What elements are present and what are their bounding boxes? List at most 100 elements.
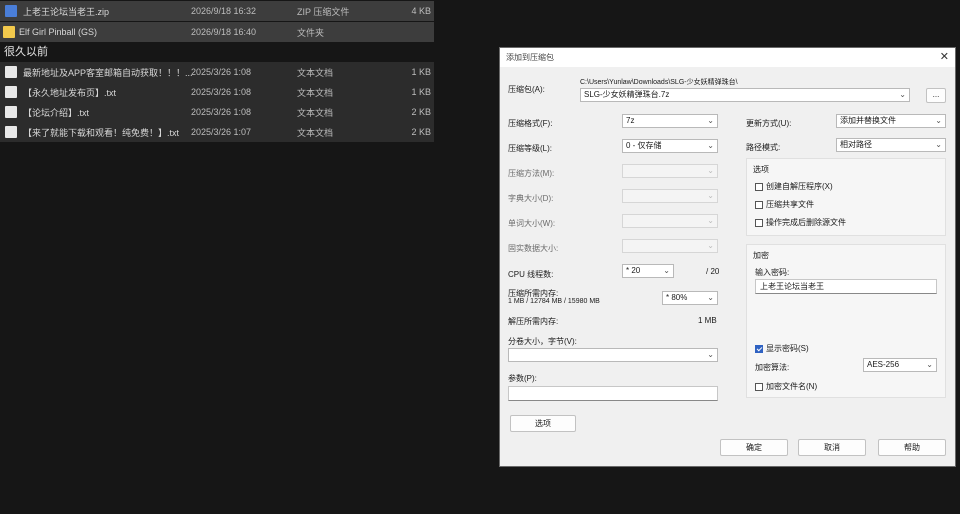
file-size: 1 KB (411, 67, 431, 77)
word-combo[interactable]: ⌄ (622, 214, 718, 228)
file-date: 2025/3/26 1:07 (191, 127, 252, 137)
file-type: 文本文档 (297, 67, 334, 78)
show-password-checkbox[interactable]: 显示密码(S) (755, 343, 809, 354)
solid-combo[interactable]: ⌄ (622, 239, 718, 253)
chevron-down-icon: ⌄ (935, 116, 942, 125)
format-value: 7z (626, 116, 635, 125)
file-name: 【永久地址发布页】.txt (23, 87, 117, 98)
level-label: 压缩等级(L): (508, 144, 552, 153)
file-name: 【来了就能下载和观看！纯免费！】.txt (23, 127, 180, 138)
checkbox-box (755, 218, 763, 227)
enc-method-combo[interactable]: AES-256 ⌄ (863, 358, 937, 372)
level-combo[interactable]: 0 - 仅存储 ⌄ (622, 139, 718, 153)
delete-after-label: 操作完成后删除源文件 (766, 218, 846, 227)
split-combo[interactable]: ⌄ (508, 348, 718, 362)
checkbox-box (755, 382, 763, 391)
cpu-value: * 20 (626, 266, 641, 275)
delete-after-checkbox[interactable]: 操作完成后删除源文件 (755, 217, 846, 228)
file-type: 文本文档 (297, 107, 334, 118)
dialog-titlebar[interactable]: 添加到压缩包 ✕ (500, 48, 955, 67)
password-input[interactable]: 上老王论坛当老王 (755, 279, 937, 294)
add-to-archive-dialog: 添加到压缩包 ✕ 压缩包(A): C:\Users\Yunlaw\Downloa… (499, 47, 956, 467)
file-row-txt-3[interactable]: 【论坛介绍】.txt 2025/3/26 1:08 文本文档 2 KB (0, 102, 434, 122)
checkbox-box-checked (755, 344, 763, 353)
format-label: 压缩格式(F): (508, 119, 553, 128)
file-date: 2025/3/26 1:08 (191, 87, 252, 97)
params-label: 参数(P): (508, 374, 537, 383)
dict-label: 字典大小(D): (508, 194, 554, 203)
chevron-down-icon: ⌄ (926, 360, 933, 369)
shared-files-checkbox[interactable]: 压缩共享文件 (755, 199, 814, 210)
chevron-down-icon: ⌄ (707, 141, 714, 150)
zip-file-icon (5, 5, 17, 17)
file-name: Elf Girl Pinball (GS) (19, 27, 98, 37)
path-mode-value: 相对路径 (840, 140, 872, 149)
path-mode-label: 路径模式: (746, 143, 781, 152)
checkbox-box (755, 182, 763, 191)
file-row-zip[interactable]: 上老王论坛当老王.zip 2026/9/18 16:32 ZIP 压缩文件 4 … (0, 1, 434, 21)
cancel-button[interactable]: 取消 (798, 439, 866, 456)
file-row-folder[interactable]: Elf Girl Pinball (GS) 2026/9/18 16:40 文件… (0, 22, 434, 42)
path-mode-combo[interactable]: 相对路径 ⌄ (836, 138, 946, 152)
archive-label: 压缩包(A): (508, 85, 545, 94)
cpu-max: / 20 (706, 267, 720, 276)
file-row-txt-4[interactable]: 【来了就能下载和观看！纯免费！】.txt 2025/3/26 1:07 文本文档… (0, 122, 434, 142)
encrypt-names-checkbox[interactable]: 加密文件名(N) (755, 381, 817, 392)
file-date: 2025/3/26 1:08 (191, 67, 252, 77)
level-value: 0 - 仅存储 (626, 141, 662, 150)
file-date: 2026/9/18 16:40 (191, 27, 257, 37)
split-label: 分卷大小，字节(V): (508, 337, 577, 346)
options-button[interactable]: 选项 (510, 415, 576, 432)
file-size: 2 KB (411, 127, 431, 137)
format-combo[interactable]: 7z ⌄ (622, 114, 718, 128)
text-file-icon (5, 106, 17, 118)
demem-value: 1 MB (698, 316, 717, 325)
password-label: 输入密码: (755, 268, 790, 277)
dict-combo[interactable]: ⌄ (622, 189, 718, 203)
file-date: 2025/3/26 1:08 (191, 107, 252, 117)
method-combo[interactable]: ⌄ (622, 164, 718, 178)
demem-label: 解压所需内存: (508, 317, 559, 326)
file-size: 2 KB (411, 107, 431, 117)
mem-percent: * 80% (666, 293, 688, 302)
chevron-down-icon: ⌄ (707, 216, 714, 225)
file-type: 文本文档 (297, 87, 334, 98)
solid-label: 固实数据大小: (508, 244, 559, 253)
ok-button[interactable]: 确定 (720, 439, 788, 456)
checkbox-box (755, 200, 763, 209)
chevron-down-icon: ⌄ (935, 140, 942, 149)
sfx-label: 创建自解压程序(X) (766, 182, 833, 191)
archive-name: SLG-少女妖精弹珠台.7z (584, 90, 670, 99)
chevron-down-icon: ⌄ (707, 191, 714, 200)
dialog-title: 添加到压缩包 (506, 53, 554, 62)
archive-name-combo[interactable]: SLG-少女妖精弹珠台.7z ⌄ (580, 88, 910, 102)
close-icon[interactable]: ✕ (940, 50, 949, 63)
encrypt-names-label: 加密文件名(N) (766, 382, 818, 391)
chevron-down-icon: ⌄ (899, 90, 906, 99)
file-type: ZIP 压缩文件 (297, 6, 350, 17)
chevron-down-icon: ⌄ (707, 350, 714, 359)
sfx-checkbox[interactable]: 创建自解压程序(X) (755, 181, 833, 192)
file-type: 文件夹 (297, 27, 325, 38)
text-file-icon (5, 86, 17, 98)
chevron-down-icon: ⌄ (707, 293, 714, 302)
file-type: 文本文档 (297, 127, 334, 138)
params-input[interactable] (508, 386, 718, 401)
enc-method-label: 加密算法: (755, 363, 790, 372)
group-header: 很久以前 (4, 46, 48, 58)
folder-icon (3, 26, 15, 38)
text-file-icon (5, 66, 17, 78)
mem-percent-combo[interactable]: * 80% ⌄ (662, 291, 718, 305)
cpu-combo[interactable]: * 20 ⌄ (622, 264, 674, 278)
help-button[interactable]: 帮助 (878, 439, 946, 456)
encryption-group: 加密 输入密码: 上老王论坛当老王 显示密码(S) 加密算法: AES-256 … (746, 244, 946, 398)
file-row-txt-1[interactable]: 最新地址及APP客室邮箱自动获取！！！... 2025/3/26 1:08 文本… (0, 62, 434, 82)
method-label: 压缩方法(M): (508, 169, 555, 178)
file-row-txt-2[interactable]: 【永久地址发布页】.txt 2025/3/26 1:08 文本文档 1 KB (0, 82, 434, 102)
chevron-down-icon: ⌄ (663, 266, 670, 275)
browse-button[interactable]: ... (926, 88, 946, 103)
mem-detail: 1 MB / 12784 MB / 15980 MB (508, 298, 600, 305)
update-combo[interactable]: 添加并替换文件 ⌄ (836, 114, 946, 128)
chevron-down-icon: ⌄ (707, 116, 714, 125)
file-date: 2026/9/18 16:32 (191, 6, 257, 16)
